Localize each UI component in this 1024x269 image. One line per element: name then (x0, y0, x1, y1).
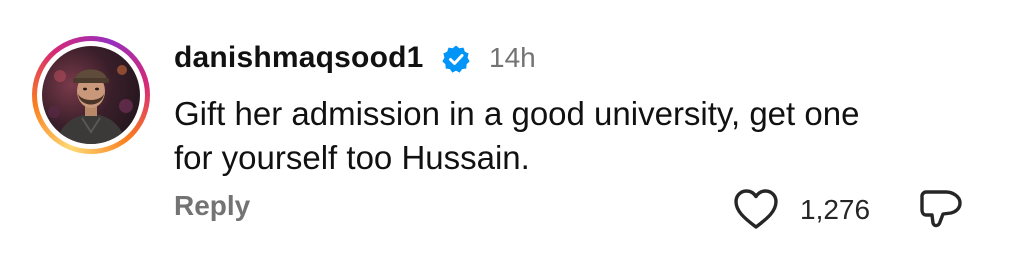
heart-icon[interactable] (732, 187, 780, 231)
avatar[interactable] (42, 46, 140, 144)
story-ring[interactable] (32, 36, 150, 154)
like-count: 1,276 (800, 194, 871, 225)
comment-text-line-1: Gift her admission in a good university,… (174, 95, 860, 132)
comment-text: Gift her admission in a good university,… (174, 92, 994, 180)
comment: danishmaqsood1 14h Gift her admission in… (0, 0, 1024, 269)
timestamp: 14h (489, 42, 536, 73)
comment-text-line-2: for yourself too Hussain. (174, 139, 530, 176)
thumbs-down-icon[interactable] (918, 186, 968, 234)
username[interactable]: danishmaqsood1 (174, 38, 424, 78)
reply-button[interactable]: Reply (174, 186, 250, 226)
verified-badge-icon (442, 45, 470, 73)
avatar-frame (37, 41, 145, 149)
avatar-portrait (48, 65, 133, 144)
